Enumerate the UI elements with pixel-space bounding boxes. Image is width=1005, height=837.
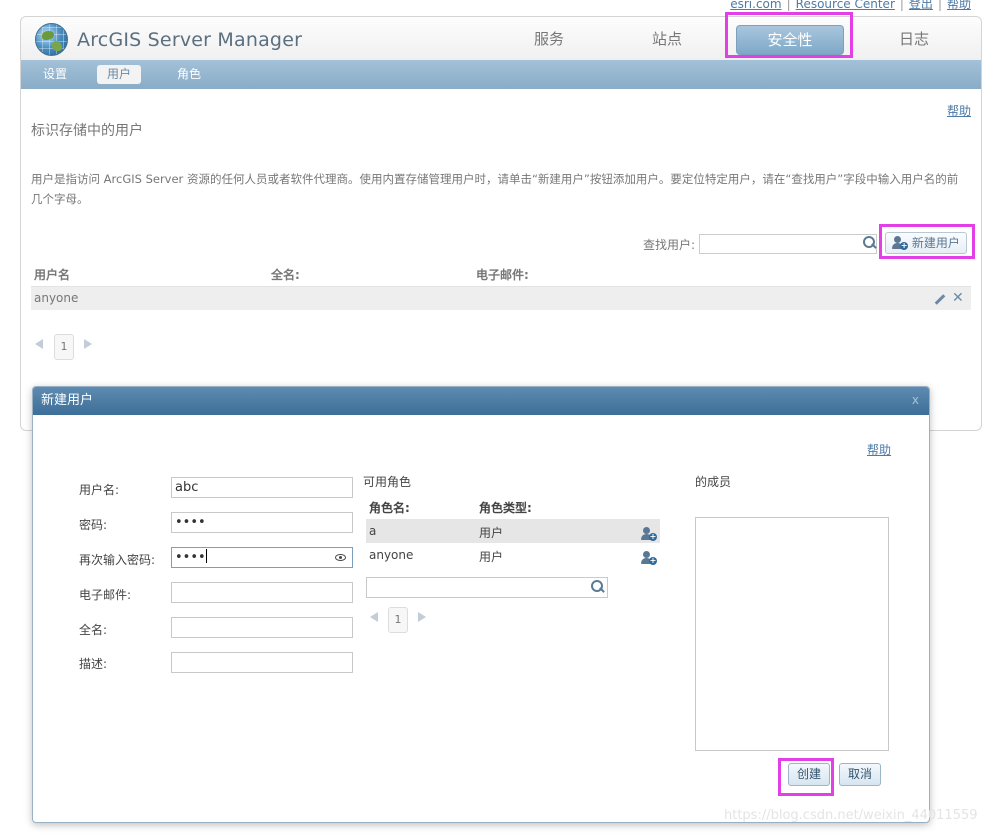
- role-type: 用户: [479, 550, 504, 564]
- highlight-new-user: [879, 224, 975, 259]
- separator: |: [899, 0, 904, 11]
- new-user-dialog: 新建用户 x 帮助 用户名: abc 密码: •••• 再次输入密码: ••••…: [32, 386, 930, 823]
- username-input[interactable]: abc: [171, 477, 353, 498]
- description-label: 描述:: [79, 657, 108, 671]
- email-label: 电子邮件:: [79, 588, 132, 602]
- username-label: 用户名:: [79, 483, 120, 497]
- text-caret: [205, 549, 207, 563]
- dialog-help-link[interactable]: 帮助: [867, 441, 891, 458]
- resource-center-link[interactable]: Resource Center: [796, 0, 895, 11]
- app-title: ArcGIS Server Manager: [77, 29, 303, 51]
- globe-logo-icon: [35, 23, 68, 56]
- top-links: esri.com | Resource Center | 登出 | 帮助: [730, 0, 971, 12]
- subnav: 设置 用户 角色: [21, 60, 981, 89]
- role-row-highlight: [366, 519, 660, 543]
- role-name[interactable]: a: [369, 524, 376, 538]
- subnav-item-roles[interactable]: 角色: [167, 65, 211, 84]
- column-email: 电子邮件:: [476, 268, 529, 282]
- cancel-button[interactable]: 取消: [839, 763, 881, 786]
- subnav-item-users[interactable]: 用户: [97, 65, 142, 84]
- esri-link[interactable]: esri.com: [730, 0, 781, 11]
- highlight-security-tab: [725, 12, 853, 58]
- confirm-password-label: 再次输入密码:: [79, 553, 156, 567]
- page-heading: 标识存储中的用户: [31, 123, 143, 139]
- subnav-item-settings[interactable]: 设置: [33, 65, 77, 84]
- role-type-column: 角色类型:: [479, 501, 532, 515]
- roles-next-page-icon[interactable]: [418, 612, 426, 622]
- top-help-link[interactable]: 帮助: [947, 0, 971, 11]
- role-name[interactable]: anyone: [369, 548, 413, 562]
- roles-prev-page-icon[interactable]: [370, 612, 378, 622]
- members-list[interactable]: [695, 517, 889, 751]
- highlight-create: [778, 758, 834, 796]
- roles-page-number[interactable]: 1: [388, 607, 408, 633]
- members-title: 的成员: [695, 475, 732, 489]
- dialog-close-icon[interactable]: x: [912, 387, 919, 413]
- page-help-link[interactable]: 帮助: [947, 102, 971, 119]
- tab-services[interactable]: 服务: [495, 25, 603, 55]
- next-page-icon[interactable]: [84, 339, 92, 349]
- main-frame: ArcGIS Server Manager 服务 站点 安全性 日志 设置 用户…: [20, 16, 982, 431]
- role-search-icon[interactable]: [591, 580, 605, 594]
- confirm-password-input[interactable]: ••••: [171, 547, 353, 568]
- role-search-input[interactable]: [366, 577, 608, 598]
- role-type: 用户: [479, 526, 504, 540]
- delete-icon[interactable]: ✕: [952, 290, 964, 306]
- password-label: 密码:: [79, 518, 108, 532]
- column-fullname: 全名:: [271, 268, 300, 282]
- find-user-label: 查找用户:: [643, 238, 696, 252]
- table-row[interactable]: [31, 286, 971, 310]
- description-input[interactable]: [171, 652, 353, 673]
- prev-page-icon[interactable]: [35, 339, 43, 349]
- page-description: 用户是指访问 ArcGIS Server 资源的任何人员或者软件代理商。使用内置…: [31, 172, 959, 206]
- logout-link[interactable]: 登出: [909, 0, 933, 11]
- watermark: https://blog.csdn.net/weixin_44011559: [724, 808, 978, 823]
- find-user-input[interactable]: [699, 234, 877, 254]
- separator: |: [786, 0, 791, 11]
- confirm-password-value: ••••: [175, 550, 206, 565]
- fullname-input[interactable]: [171, 617, 353, 638]
- password-input[interactable]: ••••: [171, 512, 353, 533]
- separator: |: [937, 0, 942, 11]
- dialog-title: 新建用户: [33, 387, 929, 415]
- tab-site[interactable]: 站点: [613, 25, 721, 55]
- fullname-label: 全名:: [79, 623, 108, 637]
- add-role-icon[interactable]: +: [641, 551, 657, 565]
- role-name-column: 角色名:: [369, 501, 410, 515]
- eye-icon[interactable]: [335, 554, 346, 561]
- email-input[interactable]: [171, 582, 353, 603]
- tab-logs[interactable]: 日志: [860, 25, 968, 55]
- add-role-icon[interactable]: +: [641, 527, 657, 541]
- available-roles-title: 可用角色: [363, 475, 412, 489]
- row-username: anyone: [34, 291, 79, 305]
- column-username: 用户名: [34, 268, 71, 282]
- search-icon[interactable]: [863, 236, 877, 250]
- page-number[interactable]: 1: [54, 334, 74, 360]
